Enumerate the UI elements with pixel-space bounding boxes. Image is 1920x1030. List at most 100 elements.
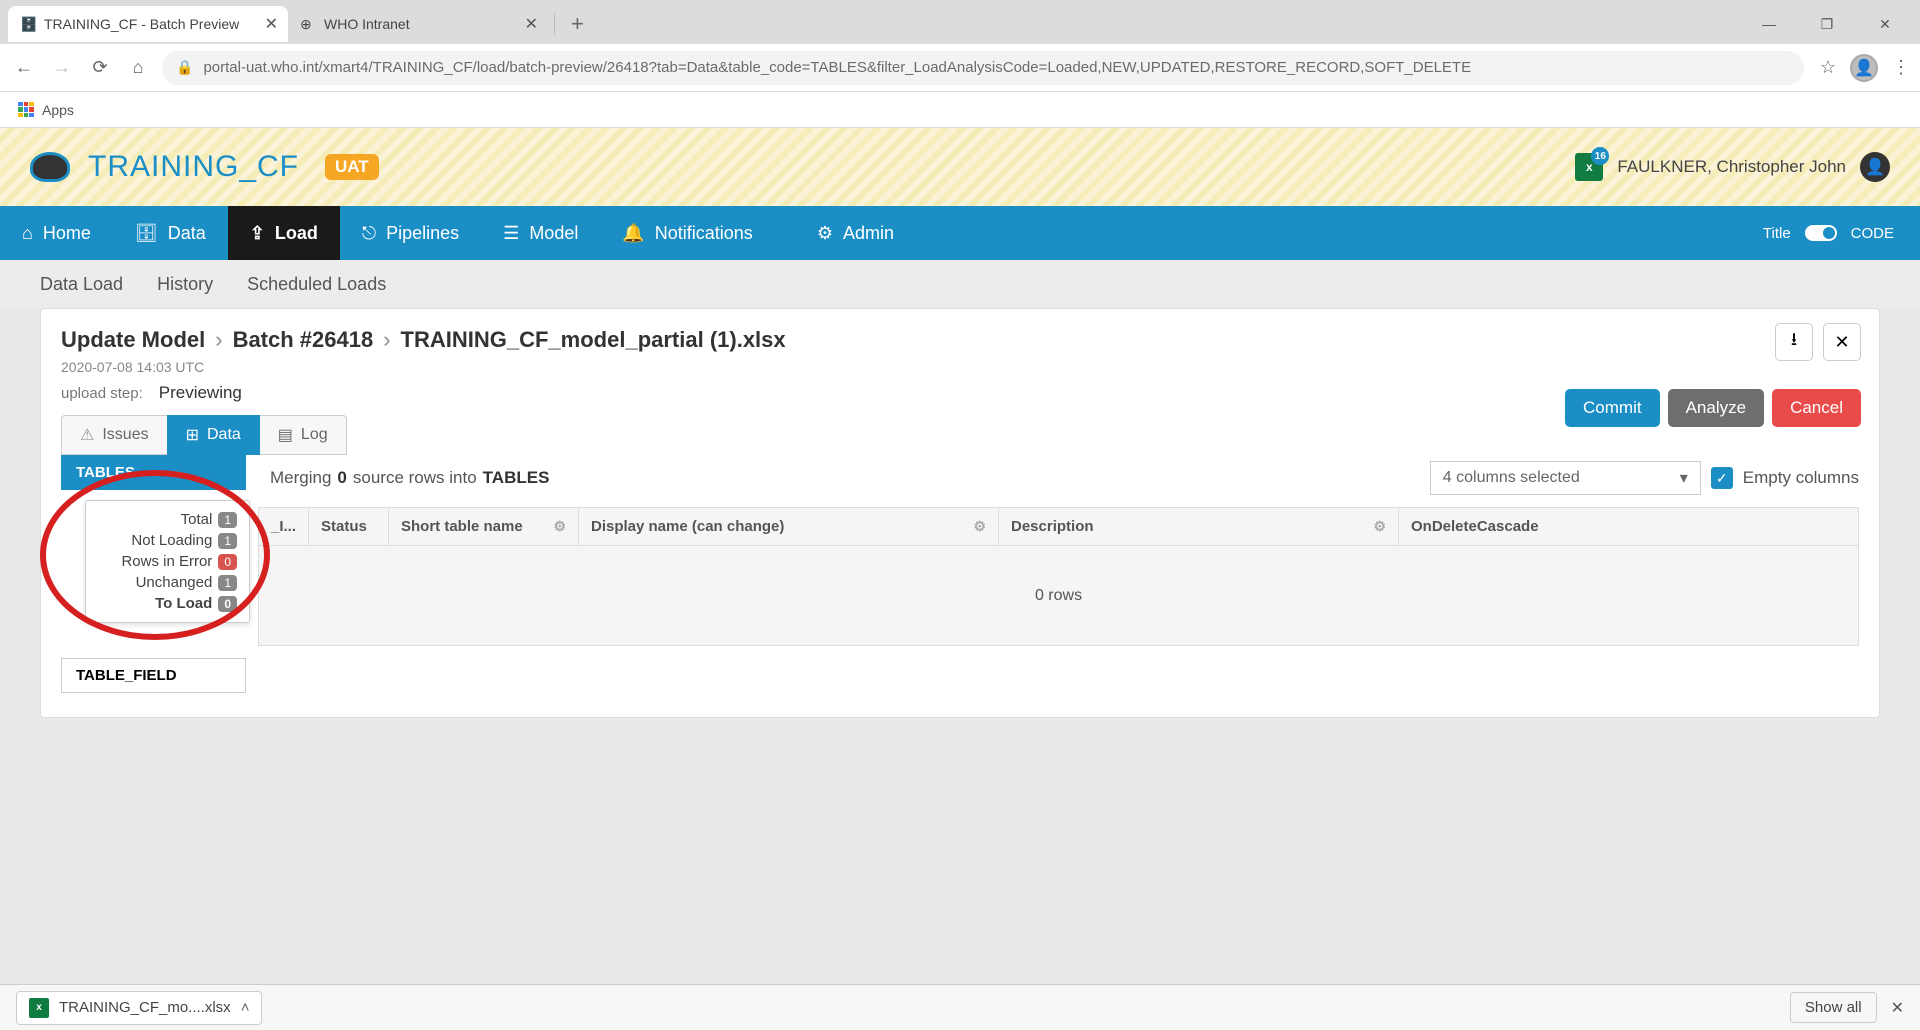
- col-on-delete-cascade[interactable]: OnDeleteCascade: [1399, 508, 1858, 545]
- star-icon[interactable]: ☆: [1820, 57, 1836, 78]
- upload-step-label: upload step:: [61, 385, 143, 402]
- close-icon[interactable]: ✕: [265, 14, 278, 34]
- gear-icon[interactable]: ⚙: [973, 518, 986, 535]
- nav-data[interactable]: 🗄Data: [113, 206, 228, 260]
- more-icon[interactable]: ⋮: [1892, 57, 1910, 78]
- popup-unchanged-label: Unchanged: [136, 574, 213, 591]
- popup-total-badge: 1: [218, 512, 237, 528]
- minimize-button[interactable]: —: [1746, 8, 1792, 40]
- browser-tab-1[interactable]: 🗄️ TRAINING_CF - Batch Preview ✕: [8, 6, 288, 42]
- download-bar: x TRAINING_CF_mo....xlsx ˄ Show all ✕: [0, 984, 1920, 1030]
- col-status[interactable]: Status: [309, 508, 389, 545]
- subnav-history[interactable]: History: [157, 274, 213, 295]
- col-short-name[interactable]: Short table name⚙: [389, 508, 579, 545]
- side-tables[interactable]: TABLES: [61, 455, 246, 490]
- commit-button[interactable]: Commit: [1565, 389, 1660, 427]
- close-icon[interactable]: ✕: [525, 14, 538, 34]
- col-description[interactable]: Description⚙: [999, 508, 1399, 545]
- nav-pipelines[interactable]: ⎋Pipelines: [340, 206, 481, 260]
- app-logo-icon: [30, 152, 70, 182]
- nav-admin[interactable]: ⚙Admin: [795, 206, 916, 260]
- new-tab-button[interactable]: +: [561, 11, 594, 37]
- tab-log[interactable]: ▤Log: [260, 415, 347, 455]
- database-icon: 🗄: [135, 223, 158, 244]
- nav-load[interactable]: ⇪Load: [228, 206, 340, 260]
- merging-prefix: Merging: [270, 468, 331, 488]
- address-row: ← → ⟳ ⌂ 🔒 portal-uat.who.int/xmart4/TRAI…: [0, 44, 1920, 92]
- chevron-right-icon: ›: [215, 327, 222, 353]
- tab-issues[interactable]: ⚠Issues: [61, 415, 167, 455]
- popup-to-load-label: To Load: [155, 595, 212, 612]
- col-display-name[interactable]: Display name (can change)⚙: [579, 508, 999, 545]
- cancel-button[interactable]: Cancel: [1772, 389, 1861, 427]
- download-item[interactable]: x TRAINING_CF_mo....xlsx ˄: [16, 991, 262, 1025]
- popup-not-loading-badge: 1: [218, 533, 237, 549]
- tab-title: TRAINING_CF - Batch Preview: [44, 16, 239, 32]
- side-table-field[interactable]: TABLE_FIELD: [61, 658, 246, 693]
- popup-unchanged-badge: 1: [218, 575, 237, 591]
- log-icon: ▤: [278, 425, 293, 445]
- nav-home[interactable]: ⌂Home: [0, 206, 113, 260]
- app-title[interactable]: TRAINING_CF: [88, 150, 299, 184]
- chevron-down-icon: ▾: [1680, 468, 1688, 488]
- close-window-button[interactable]: ✕: [1862, 8, 1908, 40]
- home-button[interactable]: ⌂: [124, 54, 152, 82]
- bell-icon: 🔔: [622, 223, 644, 244]
- maximize-button[interactable]: ❐: [1804, 8, 1850, 40]
- analyze-button[interactable]: Analyze: [1668, 389, 1764, 427]
- title-label: Title: [1763, 225, 1791, 242]
- download-button[interactable]: ⭳: [1775, 323, 1813, 361]
- popup-rows-error-badge: 0: [218, 554, 237, 570]
- col-index[interactable]: _I...: [259, 508, 309, 545]
- tab-favicon: 🗄️: [20, 16, 36, 32]
- close-panel-button[interactable]: ✕: [1823, 323, 1861, 361]
- subnav-scheduled-loads[interactable]: Scheduled Loads: [247, 274, 386, 295]
- grid-header: _I... Status Short table name⚙ Display n…: [258, 507, 1859, 546]
- title-code-toggle[interactable]: [1805, 225, 1837, 241]
- nav-notifications[interactable]: 🔔Notifications: [600, 206, 774, 260]
- code-label: CODE: [1851, 225, 1894, 242]
- chevron-up-icon[interactable]: ˄: [241, 999, 250, 1016]
- avatar[interactable]: 👤: [1860, 152, 1890, 182]
- crumb-batch[interactable]: Batch #26418: [233, 327, 374, 353]
- tab-data[interactable]: ⊞Data: [167, 415, 260, 455]
- merging-target: TABLES: [483, 468, 550, 488]
- bookmark-apps-label[interactable]: Apps: [42, 102, 74, 118]
- close-download-bar[interactable]: ✕: [1891, 998, 1904, 1018]
- grid-icon: ⊞: [186, 425, 199, 445]
- show-all-button[interactable]: Show all: [1790, 992, 1877, 1023]
- profile-icon[interactable]: 👤: [1850, 54, 1878, 82]
- browser-tab-2[interactable]: ⊕ WHO Intranet ✕: [288, 6, 548, 42]
- tab-strip: 🗄️ TRAINING_CF - Batch Preview ✕ ⊕ WHO I…: [0, 0, 1920, 44]
- popup-total-label: Total: [181, 511, 213, 528]
- merging-mid: source rows into: [353, 468, 477, 488]
- gear-icon[interactable]: ⚙: [553, 518, 566, 535]
- excel-badge: 16: [1591, 147, 1609, 165]
- popup-to-load-badge: 0: [218, 596, 237, 612]
- excel-icon[interactable]: x 16: [1575, 153, 1603, 181]
- upload-icon: ⇪: [250, 223, 265, 244]
- column-select-dropdown[interactable]: 4 columns selected ▾: [1430, 461, 1701, 495]
- grid-body: 0 rows: [258, 546, 1859, 646]
- empty-columns-checkbox[interactable]: ✓: [1711, 467, 1733, 489]
- apps-icon[interactable]: [18, 102, 34, 118]
- address-bar[interactable]: 🔒 portal-uat.who.int/xmart4/TRAINING_CF/…: [162, 51, 1804, 85]
- excel-file-icon: x: [29, 998, 49, 1018]
- forward-button[interactable]: →: [48, 54, 76, 82]
- pipeline-icon: ⎋: [362, 223, 376, 244]
- timestamp: 2020-07-08 14:03 UTC: [61, 359, 1859, 375]
- crumb-update-model[interactable]: Update Model: [61, 327, 205, 353]
- popup-not-loading-label: Not Loading: [131, 532, 212, 549]
- warning-icon: ⚠: [80, 425, 94, 445]
- reload-button[interactable]: ⟳: [86, 54, 114, 82]
- subnav-data-load[interactable]: Data Load: [40, 274, 123, 295]
- app-banner: TRAINING_CF UAT x 16 FAULKNER, Christoph…: [0, 128, 1920, 206]
- nav-model[interactable]: ☰Model: [481, 206, 600, 260]
- tab-title: WHO Intranet: [324, 16, 410, 32]
- gear-icon[interactable]: ⚙: [1373, 518, 1386, 535]
- crumb-file: TRAINING_CF_model_partial (1).xlsx: [401, 327, 786, 353]
- load-summary-popup: Total1 Not Loading1 Rows in Error0 Uncha…: [85, 500, 250, 623]
- back-button[interactable]: ←: [10, 54, 38, 82]
- main-nav: ⌂Home 🗄Data ⇪Load ⎋Pipelines ☰Model 🔔Not…: [0, 206, 1920, 260]
- lock-icon: 🔒: [176, 59, 193, 76]
